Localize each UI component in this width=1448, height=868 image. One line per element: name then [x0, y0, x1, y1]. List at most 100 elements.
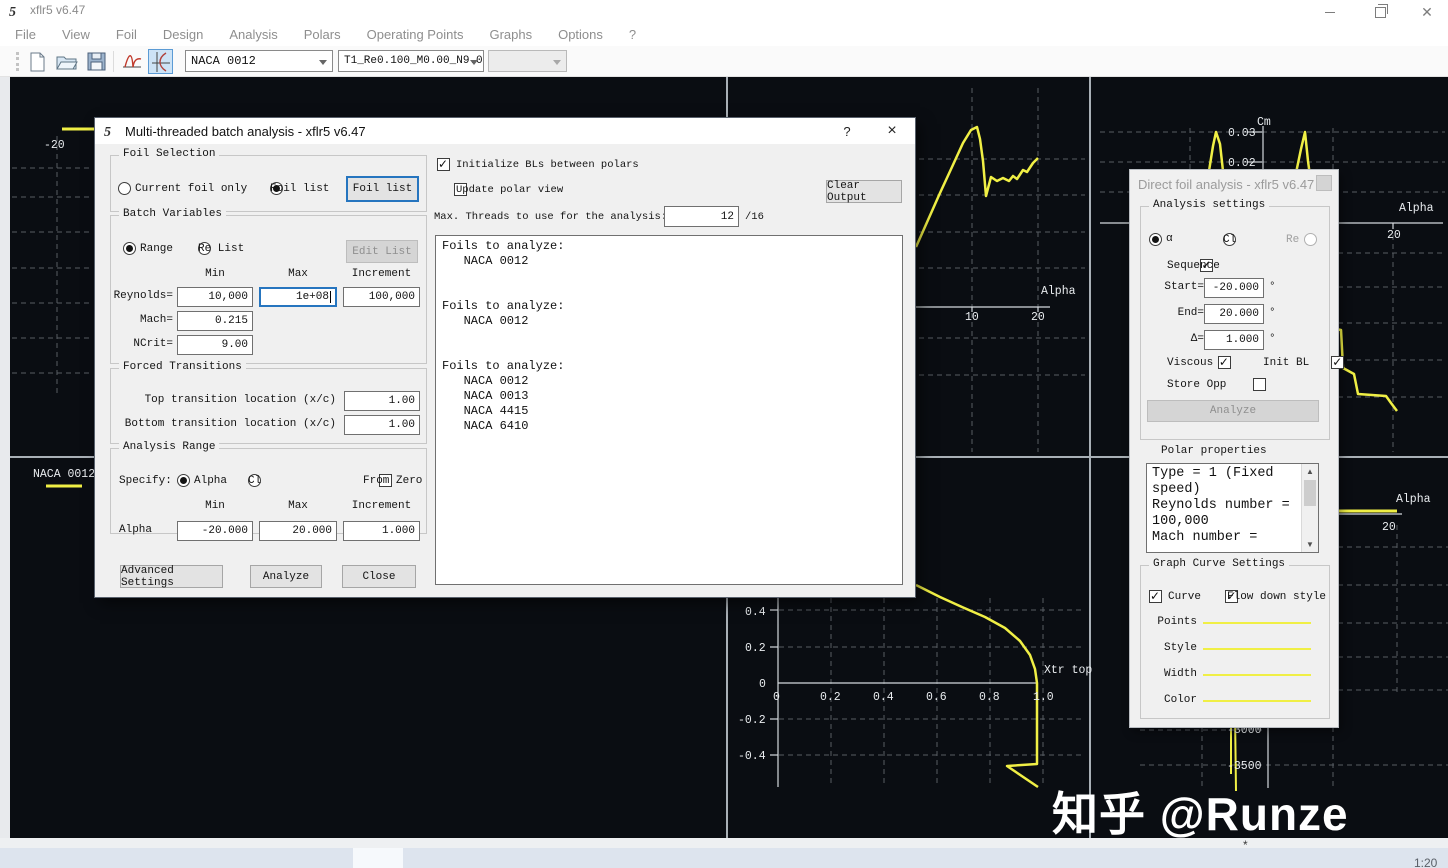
alpha-max-input[interactable]: 20.000 — [259, 521, 337, 541]
toolbar-separator — [113, 51, 114, 72]
svg-text:0.4: 0.4 — [873, 691, 894, 704]
width-line-selector[interactable] — [1203, 674, 1311, 676]
menu-polars[interactable]: Polars — [304, 27, 341, 42]
store-opp-label: Store Opp — [1167, 379, 1227, 391]
edit-list-button[interactable]: Edit List — [346, 240, 418, 263]
viscous-checkbox[interactable] — [1217, 355, 1231, 369]
svg-text:0.02: 0.02 — [1228, 157, 1256, 170]
chevron-down-icon — [319, 60, 327, 65]
menu-operating-points[interactable]: Operating Points — [367, 27, 464, 42]
polar-select-value: T1_Re0.100_M0.00_N9.0 — [344, 55, 483, 67]
viscous-label: Viscous — [1167, 357, 1214, 369]
open-button[interactable] — [54, 49, 79, 74]
update-polar-label: Update polar view — [456, 184, 564, 196]
curve-checkbox[interactable] — [1149, 589, 1162, 603]
top-transition-input[interactable]: 1.00 — [344, 391, 420, 411]
menu-graphs[interactable]: Graphs — [489, 27, 532, 42]
max-threads-label: Max. Threads to use for the analysis: — [434, 211, 668, 223]
alpha-increment-input[interactable]: 1.000 — [343, 521, 420, 541]
opp-select-combo[interactable] — [488, 50, 567, 72]
horizontal-scrollbar-thumb[interactable] — [353, 848, 403, 868]
init-bl-checkbox[interactable] — [1331, 355, 1345, 369]
foil-list-label: Foil list — [270, 183, 330, 195]
menu-options[interactable]: Options — [558, 27, 603, 42]
scroll-up-icon[interactable]: ▲ — [1302, 464, 1318, 479]
panel-title: Direct foil analysis - xflr5 v6.47 — [1138, 177, 1315, 192]
reynolds-label: Reynolds= — [113, 290, 173, 302]
polar-properties-scrollbar[interactable]: ▲ ▼ — [1301, 464, 1318, 552]
points-line-selector[interactable] — [1203, 622, 1311, 624]
end-deg: ° — [1269, 307, 1276, 319]
advanced-settings-button[interactable]: Advanced Settings — [120, 565, 223, 589]
polar-view-button[interactable] — [119, 49, 144, 74]
current-foil-radio[interactable] — [118, 182, 131, 195]
scroll-down-icon[interactable]: ▼ — [1302, 537, 1318, 552]
store-opp-checkbox[interactable] — [1252, 378, 1266, 391]
width-label: Width — [1163, 668, 1197, 680]
restore-button[interactable] — [1365, 3, 1395, 20]
menu-foil[interactable]: Foil — [116, 27, 137, 42]
end-input[interactable]: 20.000 — [1204, 304, 1264, 324]
menu-analysis[interactable]: Analysis — [229, 27, 277, 42]
reynolds-max-input[interactable]: 1e+08 — [259, 287, 337, 307]
dialog-titlebar[interactable]: 5 Multi-threaded batch analysis - xflr5 … — [95, 118, 915, 144]
svg-text:20: 20 — [1031, 311, 1045, 324]
analyze-button[interactable]: Analyze — [250, 565, 322, 588]
specify-cl-label: Cl — [248, 475, 262, 487]
chevron-down-icon — [470, 60, 478, 65]
bottom-transition-input[interactable]: 1.00 — [344, 415, 420, 435]
curve-settings-legend: Graph Curve Settings — [1149, 558, 1290, 570]
polar-properties-label: Polar properties — [1161, 445, 1267, 457]
reynolds-increment-input[interactable]: 100,000 — [343, 287, 420, 307]
dialog-close-button[interactable]: × — [877, 118, 907, 144]
toolbar-drag-handle[interactable] — [16, 52, 22, 71]
zoom-ratio-label: 1:20 — [1414, 856, 1438, 868]
menu-help[interactable]: ? — [629, 27, 636, 42]
mach-input[interactable]: 0.215 — [177, 311, 253, 331]
delta-deg: ° — [1269, 333, 1276, 345]
analysis-output-box[interactable]: Foils to analyze: NACA 0012 Foils to ana… — [435, 235, 903, 585]
style-line-selector[interactable] — [1203, 648, 1311, 650]
specify-alpha-radio[interactable] — [177, 474, 190, 487]
alpha-min-input[interactable]: -20.000 — [177, 521, 253, 541]
menu-file[interactable]: File — [15, 27, 36, 42]
delta-input[interactable]: 1.000 — [1204, 330, 1264, 350]
range-radio[interactable] — [123, 242, 136, 255]
scrollbar-thumb[interactable] — [1304, 480, 1316, 506]
dialog-logo-icon: 5 — [104, 125, 111, 139]
panel-dock-button[interactable] — [1316, 175, 1332, 191]
foil-select-combo[interactable]: NACA 0012 — [185, 50, 333, 72]
minimize-button[interactable] — [1315, 4, 1345, 20]
ar-col-min: Min — [205, 500, 225, 512]
foil-list-button[interactable]: Foil list — [346, 176, 419, 202]
menu-view[interactable]: View — [62, 27, 90, 42]
reynolds-min-input[interactable]: 10,000 — [177, 287, 253, 307]
color-line-selector[interactable] — [1203, 700, 1311, 702]
cl-radio-label: Cl — [1223, 234, 1237, 246]
start-input[interactable]: -20.000 — [1204, 278, 1264, 298]
direct-analysis-button[interactable] — [148, 49, 173, 74]
max-threads-input[interactable]: 12 — [664, 206, 739, 227]
polar-properties-box[interactable]: Type = 1 (Fixed speed) Reynolds number =… — [1146, 463, 1319, 553]
flow-down-label: Flow down style — [1227, 591, 1327, 603]
dialog-help-button[interactable]: ? — [832, 118, 862, 144]
svg-text:0: 0 — [773, 691, 780, 704]
horizontal-scrollbar-track[interactable] — [0, 848, 1448, 868]
polar-curve-icon — [122, 54, 141, 67]
svg-text:1.0: 1.0 — [1033, 691, 1054, 704]
ncrit-input[interactable]: 9.00 — [177, 335, 253, 355]
save-button[interactable] — [84, 49, 109, 74]
open-folder-icon — [55, 56, 78, 69]
close-dialog-button[interactable]: Close — [342, 565, 416, 588]
close-button[interactable]: ✕ — [1412, 4, 1442, 20]
clear-output-button[interactable]: Clear Output — [826, 180, 902, 204]
ar-col-increment: Increment — [351, 500, 412, 512]
panel-analyze-button[interactable]: Analyze — [1147, 400, 1319, 422]
new-project-button[interactable] — [24, 49, 49, 74]
polar-select-combo[interactable]: T1_Re0.100_M0.00_N9.0 — [338, 50, 484, 72]
re-radio[interactable] — [1303, 233, 1317, 246]
direct-foil-analysis-panel: Direct foil analysis - xflr5 v6.47 Analy… — [1130, 170, 1345, 727]
init-bls-checkbox[interactable] — [437, 157, 450, 171]
menu-design[interactable]: Design — [163, 27, 203, 42]
alpha-radio[interactable] — [1149, 233, 1162, 246]
